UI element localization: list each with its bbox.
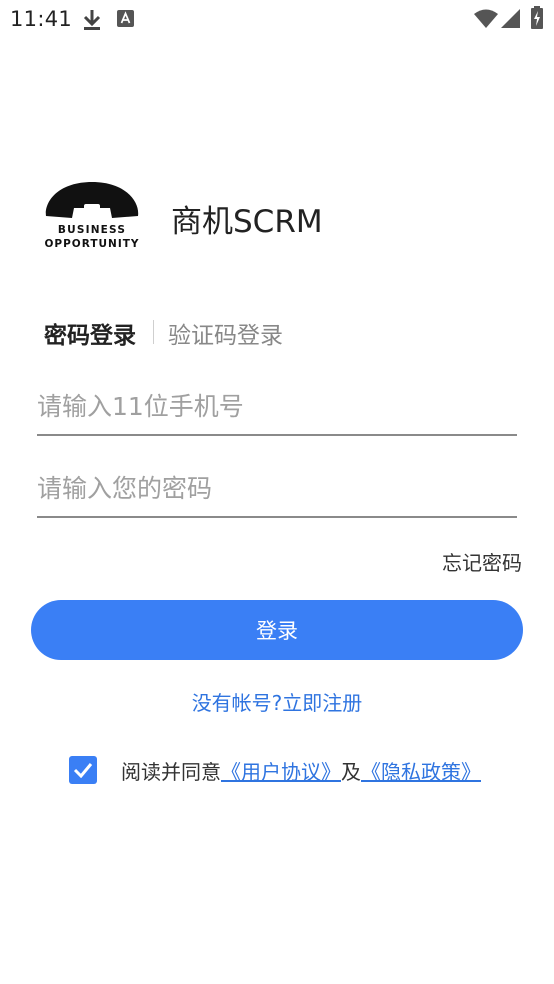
agreement-text: 阅读并同意《用户协议》及《隐私政策》 [121, 756, 481, 785]
password-field [37, 464, 517, 518]
login-screen: 11:41 BUSINESS OPPORTUNITY 商机SCRM 密码登录 验… [0, 0, 554, 984]
app-logo: BUSINESS OPPORTUNITY [40, 178, 144, 252]
login-button[interactable]: 登录 [31, 600, 523, 660]
tab-code-login[interactable]: 验证码登录 [168, 316, 283, 350]
password-input[interactable] [37, 464, 517, 512]
agreement-prefix: 阅读并同意 [121, 759, 221, 784]
battery-charging-icon [530, 6, 544, 34]
agreement-row: 阅读并同意《用户协议》及《隐私政策》 [69, 756, 481, 784]
status-time: 11:41 [10, 7, 73, 31]
user-agreement-link[interactable]: 《用户协议》 [221, 760, 341, 784]
checkmark-icon [73, 763, 93, 778]
wifi-icon [474, 9, 498, 33]
signal-icon [501, 9, 521, 33]
agreement-connector: 及 [341, 759, 361, 784]
app-title: 商机SCRM [171, 204, 323, 240]
download-icon [82, 8, 102, 36]
tab-divider [153, 320, 154, 344]
phone-input[interactable] [37, 382, 517, 430]
agreement-checkbox[interactable] [69, 756, 97, 784]
status-bar: 11:41 [0, 0, 554, 40]
tab-password-login[interactable]: 密码登录 [44, 316, 136, 350]
forgot-password-link[interactable]: 忘记密码 [442, 547, 522, 576]
logo-text-line1: BUSINESS [58, 224, 126, 236]
register-link[interactable]: 没有帐号?立即注册 [0, 687, 554, 716]
logo-text-line2: OPPORTUNITY [44, 238, 139, 250]
phone-field [37, 382, 517, 436]
a-icon [117, 10, 134, 31]
privacy-policy-link[interactable]: 《隐私政策》 [361, 760, 481, 784]
